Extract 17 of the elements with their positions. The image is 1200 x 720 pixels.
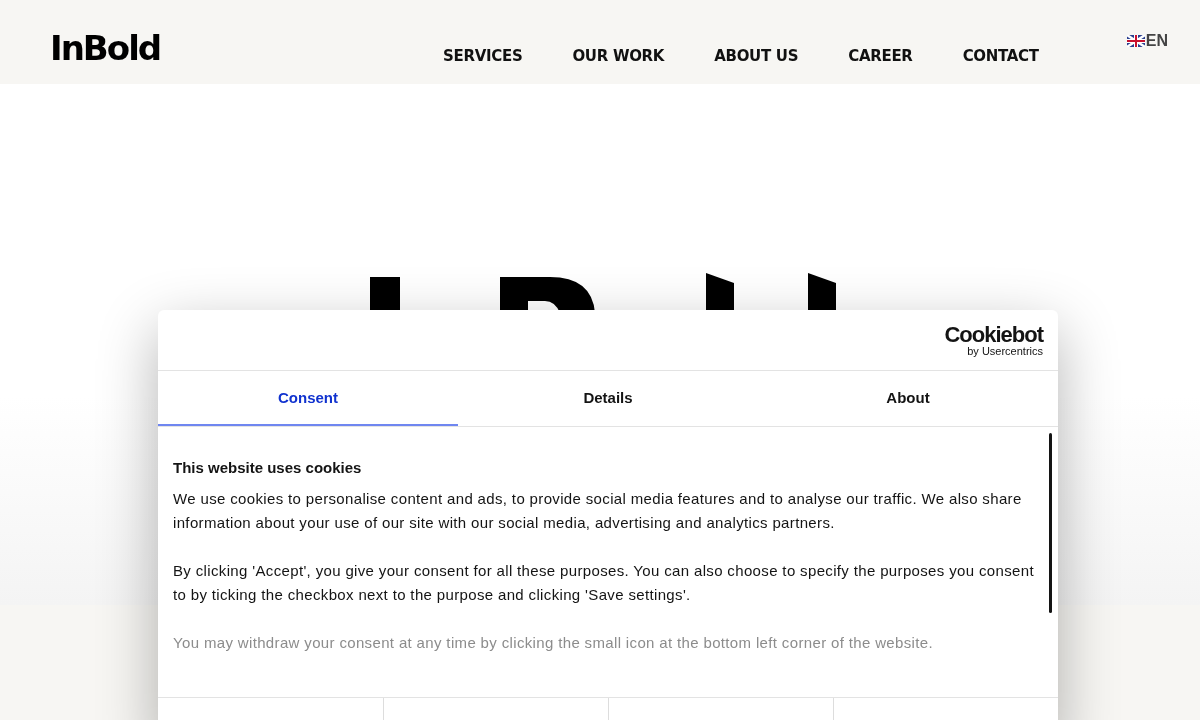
dialog-paragraph: By clicking 'Accept', you give your consent for all these purposes. You can also choose to specify the purposes you consent to by ticking the checkbox next to the purpose and clicking 'Save settings'.: [173, 561, 1035, 605]
cookiebot-logo: Cookiebot by Usercentrics: [944, 323, 1043, 357]
dialog-heading: This website uses cookies: [173, 459, 363, 476]
nav-link[interactable]: ABOUT US: [714, 47, 799, 65]
dialog-paragraph: You may withdraw your consent at any time by clicking the small icon at the bottom left corner of the website.: [173, 633, 934, 653]
flag-icon: [1126, 35, 1145, 47]
nav-link[interactable]: CAREER: [848, 47, 913, 65]
nav-link[interactable]: SERVICES: [442, 47, 523, 65]
dialog-paragraph: We use cookies to personalise content and ads, to provide social media features and to analyse our traffic. We also share information about your use of our site with our social media, advertising and analytics partners.: [173, 489, 1023, 533]
dialog-tab[interactable]: Details: [458, 371, 758, 426]
language-switch[interactable]: EN: [1126, 32, 1168, 50]
nav-link[interactable]: CONTACT: [962, 47, 1039, 65]
dialog-tab[interactable]: Consent: [158, 371, 458, 426]
nav-link[interactable]: OUR WORK: [572, 47, 665, 65]
dialog-tab[interactable]: About: [758, 371, 1058, 426]
site-logo[interactable]: InBold: [50, 28, 161, 68]
scrollbar-thumb[interactable]: [1049, 433, 1052, 613]
